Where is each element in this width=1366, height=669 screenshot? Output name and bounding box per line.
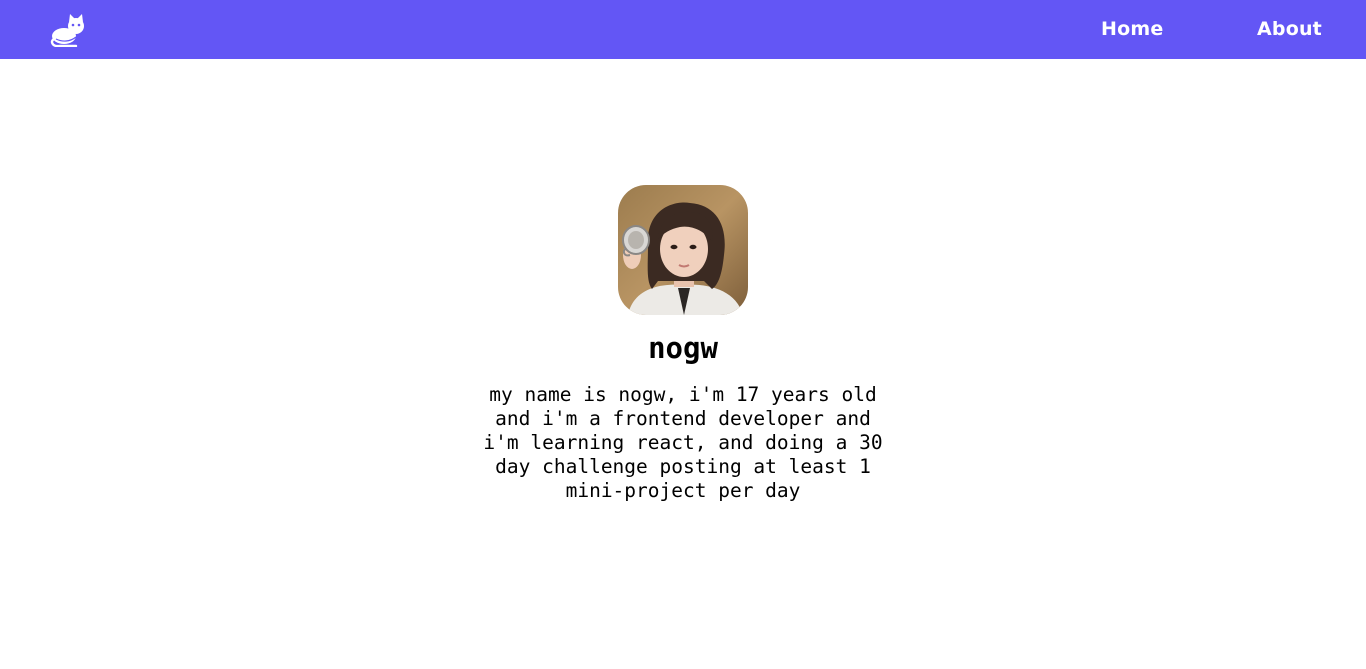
cat-icon — [50, 14, 84, 48]
top-navbar: Home About — [0, 0, 1366, 59]
nav-link-about[interactable]: About — [1257, 17, 1322, 41]
avatar — [618, 185, 748, 315]
cat-logo-icon[interactable] — [50, 13, 86, 48]
profile-bio: my name is nogw, i'm 17 years old and i'… — [483, 383, 883, 502]
nav-link-home[interactable]: Home — [1101, 17, 1163, 41]
profile-name: nogw — [648, 331, 718, 365]
avatar-image — [618, 185, 748, 315]
profile-card: nogw my name is nogw, i'm 17 years old a… — [0, 185, 1366, 503]
